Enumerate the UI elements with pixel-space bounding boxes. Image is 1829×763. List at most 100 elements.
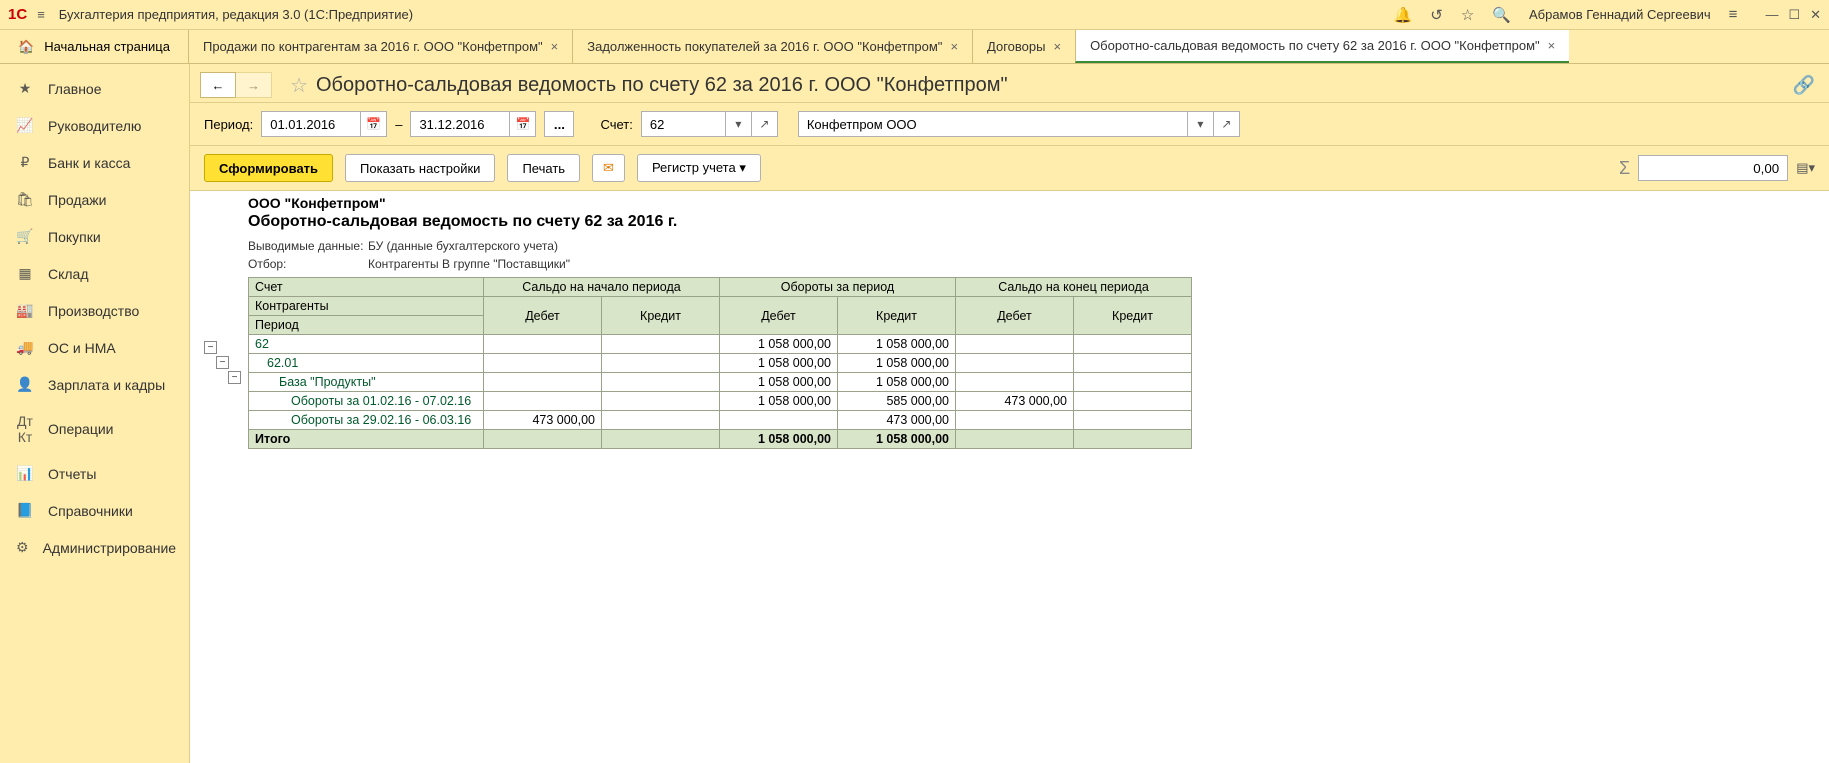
email-button[interactable]: ✉ (592, 154, 625, 182)
app-title: Бухгалтерия предприятия, редакция 3.0 (1… (59, 7, 413, 22)
data-cell (956, 411, 1074, 430)
link-icon[interactable]: 🔗 (1793, 75, 1815, 96)
print-button[interactable]: Печать (507, 154, 580, 182)
period-label: Период: (204, 117, 253, 132)
th-counterparty: Контрагенты (249, 297, 484, 316)
period-to-input[interactable] (410, 111, 510, 137)
history-icon[interactable]: ↺ (1430, 6, 1443, 24)
data-cell (484, 373, 602, 392)
open-icon[interactable]: ↗ (752, 111, 778, 137)
sidebar-item-reports[interactable]: 📊Отчеты (0, 455, 189, 492)
home-tab[interactable]: 🏠 Начальная страница (0, 30, 188, 63)
data-cell: 1 058 000,00 (720, 373, 838, 392)
calendar-icon[interactable]: 📅 (510, 111, 536, 137)
chart-icon: 📈 (16, 117, 34, 134)
tab-label: Оборотно-сальдовая ведомость по счету 62… (1090, 38, 1540, 53)
th-debit: Дебет (956, 297, 1074, 335)
sidebar-item-manager[interactable]: 📈Руководителю (0, 107, 189, 144)
tab-label: Продажи по контрагентам за 2016 г. ООО "… (203, 39, 543, 54)
table-row[interactable]: База "Продукты"1 058 000,001 058 000,00 (249, 373, 1192, 392)
meta-key: Отбор: (248, 257, 368, 271)
window-buttons: — ☐ ✕ (1765, 7, 1821, 23)
sidebar-item-label: Администрирование (43, 540, 177, 556)
meta-value: Контрагенты В группе "Поставщики" (368, 257, 570, 271)
close-icon[interactable]: × (950, 39, 958, 54)
sidebar-item-label: Главное (48, 81, 102, 97)
data-cell (1074, 373, 1192, 392)
sidebar-item-bank[interactable]: ₽Банк и касса (0, 144, 189, 181)
title-bar: 1C ≡ Бухгалтерия предприятия, редакция 3… (0, 0, 1829, 30)
register-button[interactable]: Регистр учета ▾ (637, 154, 761, 182)
sidebar: ★Главное 📈Руководителю ₽Банк и касса 🛍Пр… (0, 64, 190, 763)
open-icon[interactable]: ↗ (1214, 111, 1240, 137)
data-cell (1074, 354, 1192, 373)
close-icon[interactable]: × (551, 39, 559, 54)
sidebar-item-purchases[interactable]: 🛒Покупки (0, 218, 189, 255)
tree-collapse-button[interactable]: − (204, 341, 217, 354)
data-cell (484, 354, 602, 373)
total-cell (602, 430, 720, 449)
tree-collapse-button[interactable]: − (228, 371, 241, 384)
sidebar-item-catalogs[interactable]: 📘Справочники (0, 492, 189, 529)
tab-debt[interactable]: Задолженность покупателей за 2016 г. ООО… (572, 30, 972, 63)
minimize-button[interactable]: — (1765, 7, 1778, 23)
sidebar-item-production[interactable]: 🏭Производство (0, 292, 189, 329)
table-row[interactable]: 62.011 058 000,001 058 000,00 (249, 354, 1192, 373)
more-icon[interactable]: ▤▾ (1796, 160, 1815, 176)
dropdown-icon[interactable]: ▾ (726, 111, 752, 137)
forward-button[interactable]: → (236, 72, 272, 98)
maximize-button[interactable]: ☐ (1788, 7, 1800, 23)
tree-collapse-button[interactable]: − (216, 356, 229, 369)
close-icon[interactable]: × (1548, 38, 1556, 53)
filter-row: Период: 📅 – 📅 ... Счет: ▾ ↗ ▾ ↗ (190, 103, 1829, 146)
user-menu-icon[interactable]: ≡ (1729, 6, 1738, 23)
main-area: ← → ☆ Оборотно-сальдовая ведомость по сч… (190, 64, 1829, 763)
data-cell (484, 392, 602, 411)
sidebar-item-label: Справочники (48, 503, 133, 519)
sidebar-item-admin[interactable]: ⚙Администрирование (0, 529, 189, 566)
period-dialog-button[interactable]: ... (544, 111, 574, 137)
sidebar-item-payroll[interactable]: 👤Зарплата и кадры (0, 366, 189, 403)
sidebar-item-main[interactable]: ★Главное (0, 70, 189, 107)
hamburger-icon[interactable]: ≡ (37, 7, 45, 22)
sum-field[interactable] (1638, 155, 1788, 181)
table-row[interactable]: Обороты за 29.02.16 - 06.03.16473 000,00… (249, 411, 1192, 430)
th-debit: Дебет (720, 297, 838, 335)
dropdown-icon[interactable]: ▾ (1188, 111, 1214, 137)
data-cell (956, 354, 1074, 373)
sidebar-item-warehouse[interactable]: ▦Склад (0, 255, 189, 292)
bar-chart-icon: 📊 (16, 465, 34, 482)
search-icon[interactable]: 🔍 (1492, 6, 1511, 24)
close-icon[interactable]: × (1053, 39, 1061, 54)
table-row[interactable]: Обороты за 01.02.16 - 07.02.161 058 000,… (249, 392, 1192, 411)
table-row[interactable]: 621 058 000,001 058 000,00 (249, 335, 1192, 354)
total-cell: 1 058 000,00 (720, 430, 838, 449)
calendar-icon[interactable]: 📅 (361, 111, 387, 137)
star-icon[interactable]: ☆ (1461, 6, 1474, 24)
sidebar-item-operations[interactable]: Дт КтОперации (0, 403, 189, 455)
run-button[interactable]: Сформировать (204, 154, 333, 182)
home-icon: 🏠 (18, 39, 34, 55)
sidebar-item-label: Продажи (48, 192, 106, 208)
sidebar-item-sales[interactable]: 🛍Продажи (0, 181, 189, 218)
sidebar-item-label: Зарплата и кадры (48, 377, 165, 393)
tab-label: Задолженность покупателей за 2016 г. ООО… (587, 39, 942, 54)
data-cell (602, 354, 720, 373)
th-credit: Кредит (1074, 297, 1192, 335)
bell-icon[interactable]: 🔔 (1394, 6, 1413, 24)
tab-report-active[interactable]: Оборотно-сальдовая ведомость по счету 62… (1075, 30, 1569, 63)
close-button[interactable]: ✕ (1810, 7, 1821, 23)
tab-contracts[interactable]: Договоры × (972, 30, 1075, 63)
settings-button[interactable]: Показать настройки (345, 154, 495, 182)
period-from-input[interactable] (261, 111, 361, 137)
data-cell: 1 058 000,00 (720, 354, 838, 373)
organization-input[interactable] (798, 111, 1188, 137)
meta-value: БУ (данные бухгалтерского учета) (368, 239, 558, 253)
total-cell: 1 058 000,00 (838, 430, 956, 449)
favorite-icon[interactable]: ☆ (290, 73, 308, 98)
back-button[interactable]: ← (200, 72, 236, 98)
user-name[interactable]: Абрамов Геннадий Сергеевич (1529, 7, 1711, 22)
tab-sales[interactable]: Продажи по контрагентам за 2016 г. ООО "… (188, 30, 572, 63)
sidebar-item-assets[interactable]: 🚚ОС и НМА (0, 329, 189, 366)
account-input[interactable] (641, 111, 726, 137)
